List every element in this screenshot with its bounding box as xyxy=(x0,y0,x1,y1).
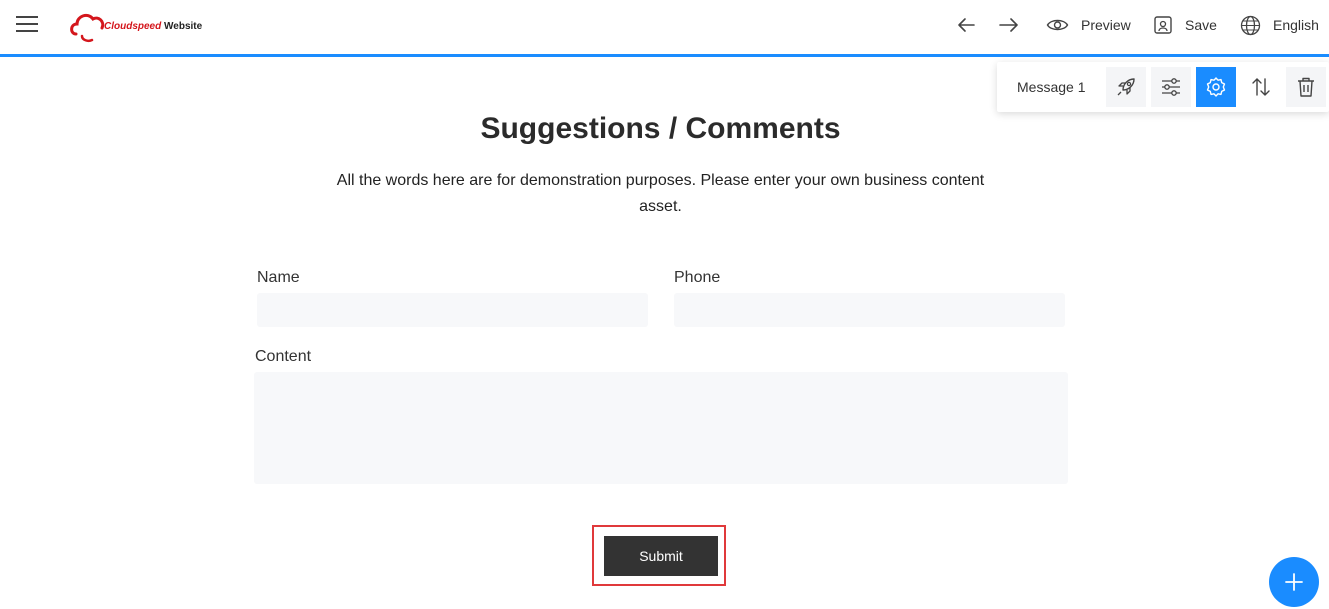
logo-website-text: Website xyxy=(164,20,203,32)
adjust-button[interactable] xyxy=(1151,67,1191,107)
preview-button[interactable]: Preview xyxy=(1046,13,1131,37)
settings-button[interactable] xyxy=(1196,67,1236,107)
submit-button[interactable]: Submit xyxy=(604,536,718,576)
rocket-button[interactable] xyxy=(1106,67,1146,107)
phone-field[interactable] xyxy=(674,293,1065,327)
save-label: Save xyxy=(1185,17,1217,33)
language-label: English xyxy=(1273,17,1319,33)
phone-label: Phone xyxy=(674,269,721,286)
delete-button[interactable] xyxy=(1286,67,1326,107)
content-label: Content xyxy=(255,348,312,365)
eye-icon xyxy=(1046,19,1069,31)
menu-icon[interactable] xyxy=(16,16,38,34)
name-field[interactable] xyxy=(257,293,648,327)
reorder-button[interactable] xyxy=(1241,67,1281,107)
plus-icon xyxy=(1285,573,1303,591)
name-label: Name xyxy=(257,269,300,286)
sort-icon xyxy=(1252,78,1270,96)
save-button[interactable]: Save xyxy=(1153,13,1217,37)
rocket-icon xyxy=(1117,78,1135,96)
redo-button[interactable] xyxy=(998,13,1020,37)
undo-button[interactable] xyxy=(956,13,976,37)
save-icon xyxy=(1154,16,1172,34)
sliders-icon xyxy=(1162,78,1180,96)
globe-icon xyxy=(1240,15,1261,35)
top-bar: Cloudspeed Website Preview Save English xyxy=(0,0,1329,57)
section-description: All the words here are for demonstration… xyxy=(336,172,985,215)
gear-icon xyxy=(1206,77,1226,97)
arrow-left-icon xyxy=(958,18,975,32)
add-section-button[interactable] xyxy=(1269,557,1319,607)
trash-icon xyxy=(1298,77,1314,97)
logo-brand-text: Cloudspeed xyxy=(104,20,162,32)
language-selector[interactable]: English xyxy=(1240,13,1319,37)
content-field[interactable] xyxy=(254,372,1068,484)
section-title: Suggestions / Comments xyxy=(480,112,841,145)
preview-label: Preview xyxy=(1081,17,1131,33)
cloud-logo-icon xyxy=(70,13,105,43)
section-label: Message 1 xyxy=(1017,79,1086,95)
arrow-right-icon xyxy=(999,18,1018,32)
section-toolbar: Message 1 xyxy=(997,62,1329,112)
logo[interactable]: Cloudspeed Website xyxy=(68,8,202,44)
